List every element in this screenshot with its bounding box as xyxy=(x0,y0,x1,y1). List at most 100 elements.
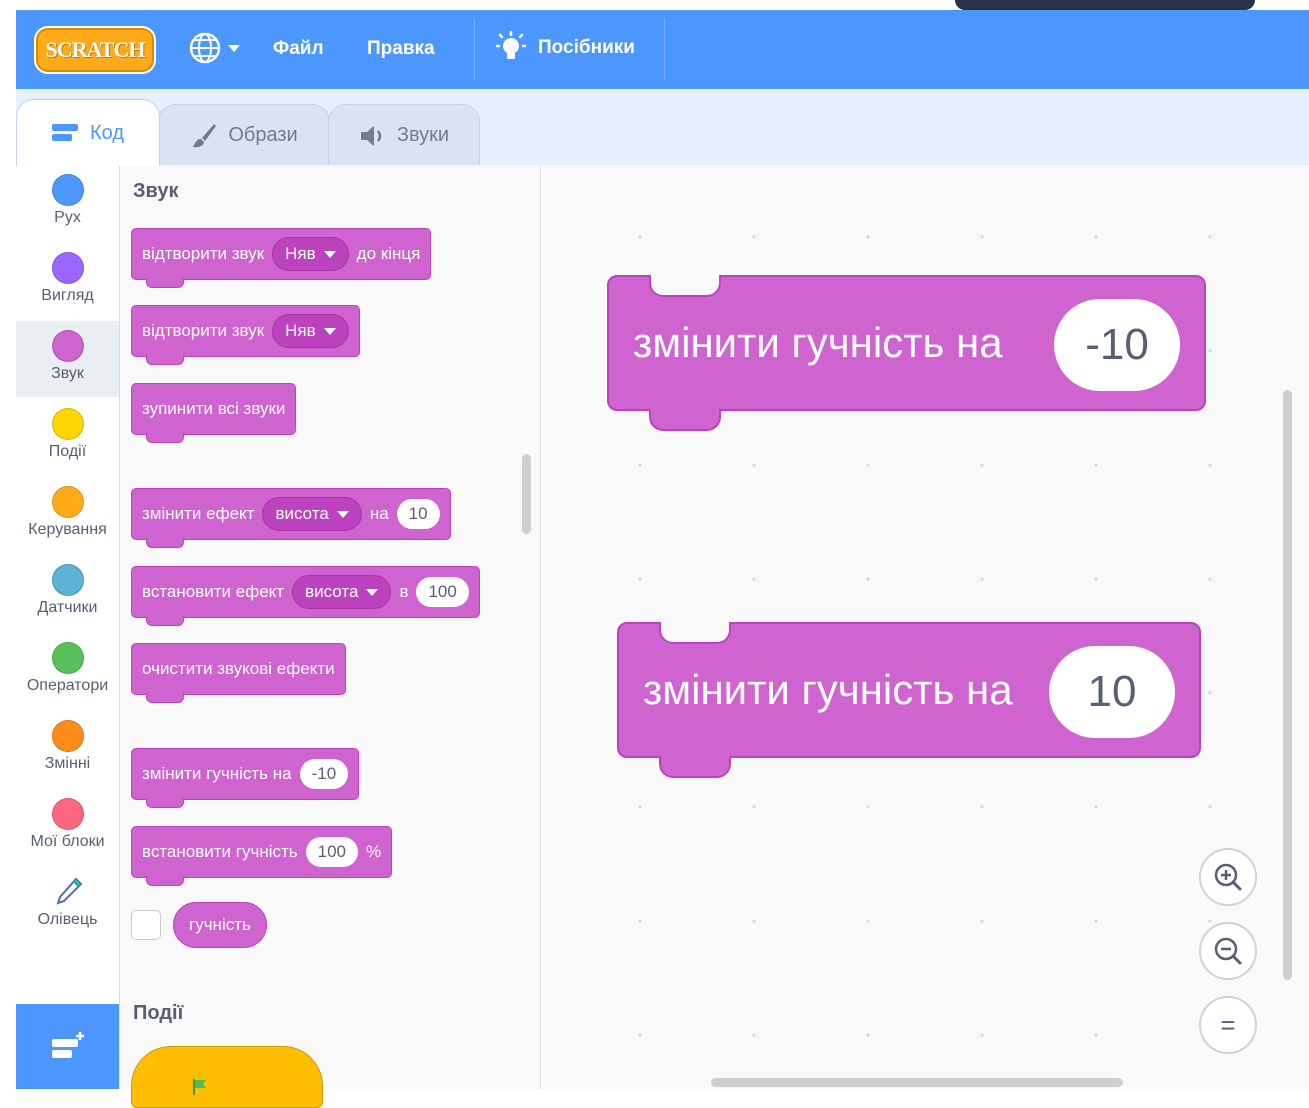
block-text: відтворити звук xyxy=(142,244,265,263)
category-color-dot xyxy=(51,330,84,362)
block-change-volume[interactable]: змінити гучність на -10 xyxy=(131,748,360,808)
category-label: Рух xyxy=(54,209,81,226)
tutorials-menu[interactable]: Посібники xyxy=(496,31,635,65)
tab-costumes-label: Образи xyxy=(228,124,298,146)
category-label: Звук xyxy=(51,365,84,382)
section-title-sound: Звук xyxy=(133,180,179,202)
tab-code[interactable]: Код xyxy=(16,99,160,166)
sound-dropdown[interactable]: Няв xyxy=(272,237,349,271)
zoom-out-icon xyxy=(1214,937,1242,965)
category-color-dot xyxy=(51,408,84,440)
category-10[interactable]: Олівець xyxy=(16,867,119,943)
tab-sounds[interactable]: Звуки xyxy=(328,104,480,166)
block-clear-sound-effects[interactable]: очистити звукові ефекти xyxy=(131,643,346,703)
block-set-effect[interactable]: встановити ефект висота в 100 xyxy=(131,566,480,626)
effect-dropdown[interactable]: висота xyxy=(292,575,392,609)
dropdown-value: Няв xyxy=(285,321,316,340)
number-input[interactable]: 100 xyxy=(416,577,469,607)
page-margin xyxy=(0,0,16,1089)
zoom-out-button[interactable] xyxy=(1199,922,1257,980)
block-text: встановити гучність xyxy=(142,842,298,861)
globe-icon xyxy=(189,32,221,64)
category-2[interactable]: Вигляд xyxy=(16,243,119,319)
zoom-in-button[interactable] xyxy=(1199,848,1257,906)
category-color-dot xyxy=(51,720,84,752)
category-label: Олівець xyxy=(37,911,98,928)
number-input[interactable]: 10 xyxy=(396,499,440,529)
category-3[interactable]: Звук xyxy=(16,321,119,397)
chevron-down-icon xyxy=(323,250,336,258)
scratch-logo[interactable]: SCRATCH xyxy=(34,26,156,74)
block-text: очистити звукові ефекти xyxy=(142,659,335,678)
code-blocks-icon xyxy=(51,124,78,141)
tab-costumes[interactable]: Образи xyxy=(158,104,330,166)
category-label: Датчики xyxy=(37,599,98,616)
number-input[interactable]: 10 xyxy=(1049,646,1175,738)
category-label: Вигляд xyxy=(41,287,94,304)
chevron-down-icon xyxy=(323,327,336,335)
block-text: в xyxy=(399,582,409,601)
sound-dropdown[interactable]: Няв xyxy=(272,314,349,348)
workspace-block-change-volume-plus[interactable]: змінити гучність на 10 xyxy=(617,622,1201,778)
chevron-down-icon xyxy=(228,44,240,52)
add-extension-button[interactable] xyxy=(16,1004,119,1089)
block-stop-all-sounds[interactable]: зупинити всі звуки xyxy=(131,383,297,443)
category-color-dot xyxy=(51,642,84,674)
block-text: встановити ефект xyxy=(142,582,285,601)
block-tab xyxy=(659,756,731,778)
window-corner-decoration xyxy=(955,0,1255,10)
section-title-events: Події xyxy=(133,1002,184,1024)
category-1[interactable]: Рух xyxy=(16,165,119,241)
tab-code-label: Код xyxy=(89,121,124,144)
zoom-reset-button[interactable]: = xyxy=(1199,996,1257,1054)
block-text: на xyxy=(369,504,389,523)
chevron-down-icon xyxy=(366,588,379,596)
number-input[interactable]: -10 xyxy=(299,759,349,789)
category-color-dot xyxy=(51,798,84,830)
category-label: Мої блоки xyxy=(30,833,105,850)
category-4[interactable]: Події xyxy=(16,399,119,475)
category-8[interactable]: Змінні xyxy=(16,711,119,787)
menu-divider xyxy=(664,18,665,80)
workspace-block-change-volume-minus[interactable]: змінити гучність на -10 xyxy=(607,275,1206,431)
speaker-icon xyxy=(360,125,382,146)
block-play-sound-until-done[interactable]: відтворити звук Няв до кінця xyxy=(131,228,432,288)
number-input[interactable]: -10 xyxy=(1054,299,1180,391)
block-events-hat[interactable] xyxy=(131,1046,323,1108)
block-text: змінити гучність на xyxy=(142,764,292,783)
pencil-icon xyxy=(55,877,82,905)
category-label: Керування xyxy=(28,521,107,538)
zoom-in-icon xyxy=(1214,863,1242,891)
category-9[interactable]: Мої блоки xyxy=(16,789,119,865)
category-6[interactable]: Датчики xyxy=(16,555,119,631)
block-tab xyxy=(649,409,721,431)
add-extension-icon xyxy=(51,1031,84,1058)
block-start-sound[interactable]: відтворити звук Няв xyxy=(131,305,360,365)
workspace-horizontal-scrollbar[interactable] xyxy=(711,1078,1123,1087)
effect-dropdown[interactable]: висота xyxy=(262,497,362,531)
block-text: змінити ефект xyxy=(142,504,255,523)
number-input[interactable]: 100 xyxy=(305,837,359,867)
category-color-dot xyxy=(51,252,84,284)
category-color-dot xyxy=(51,174,84,206)
block-notch xyxy=(659,622,731,644)
green-flag-icon xyxy=(193,1079,206,1095)
category-color-dot xyxy=(51,486,84,518)
language-menu[interactable] xyxy=(188,31,240,65)
lightbulb-icon xyxy=(496,31,526,59)
menu-divider xyxy=(474,18,475,80)
category-5[interactable]: Керування xyxy=(16,477,119,553)
block-palette xyxy=(120,165,541,1089)
category-7[interactable]: Оператори xyxy=(16,633,119,709)
dropdown-value: висота xyxy=(275,504,329,523)
block-set-volume[interactable]: встановити гучність 100 % xyxy=(131,826,393,886)
edit-menu[interactable]: Правка xyxy=(367,38,435,60)
workspace-vertical-scrollbar[interactable] xyxy=(1283,390,1292,980)
block-change-effect[interactable]: змінити ефект висота на 10 xyxy=(131,488,451,548)
volume-monitor-checkbox[interactable] xyxy=(131,910,161,940)
file-menu[interactable]: Файл xyxy=(273,38,324,60)
block-volume-reporter[interactable]: гучність xyxy=(173,902,267,948)
category-label: Оператори xyxy=(26,677,109,694)
block-text: зупинити всі звуки xyxy=(142,399,286,418)
palette-scrollbar[interactable] xyxy=(522,454,531,534)
